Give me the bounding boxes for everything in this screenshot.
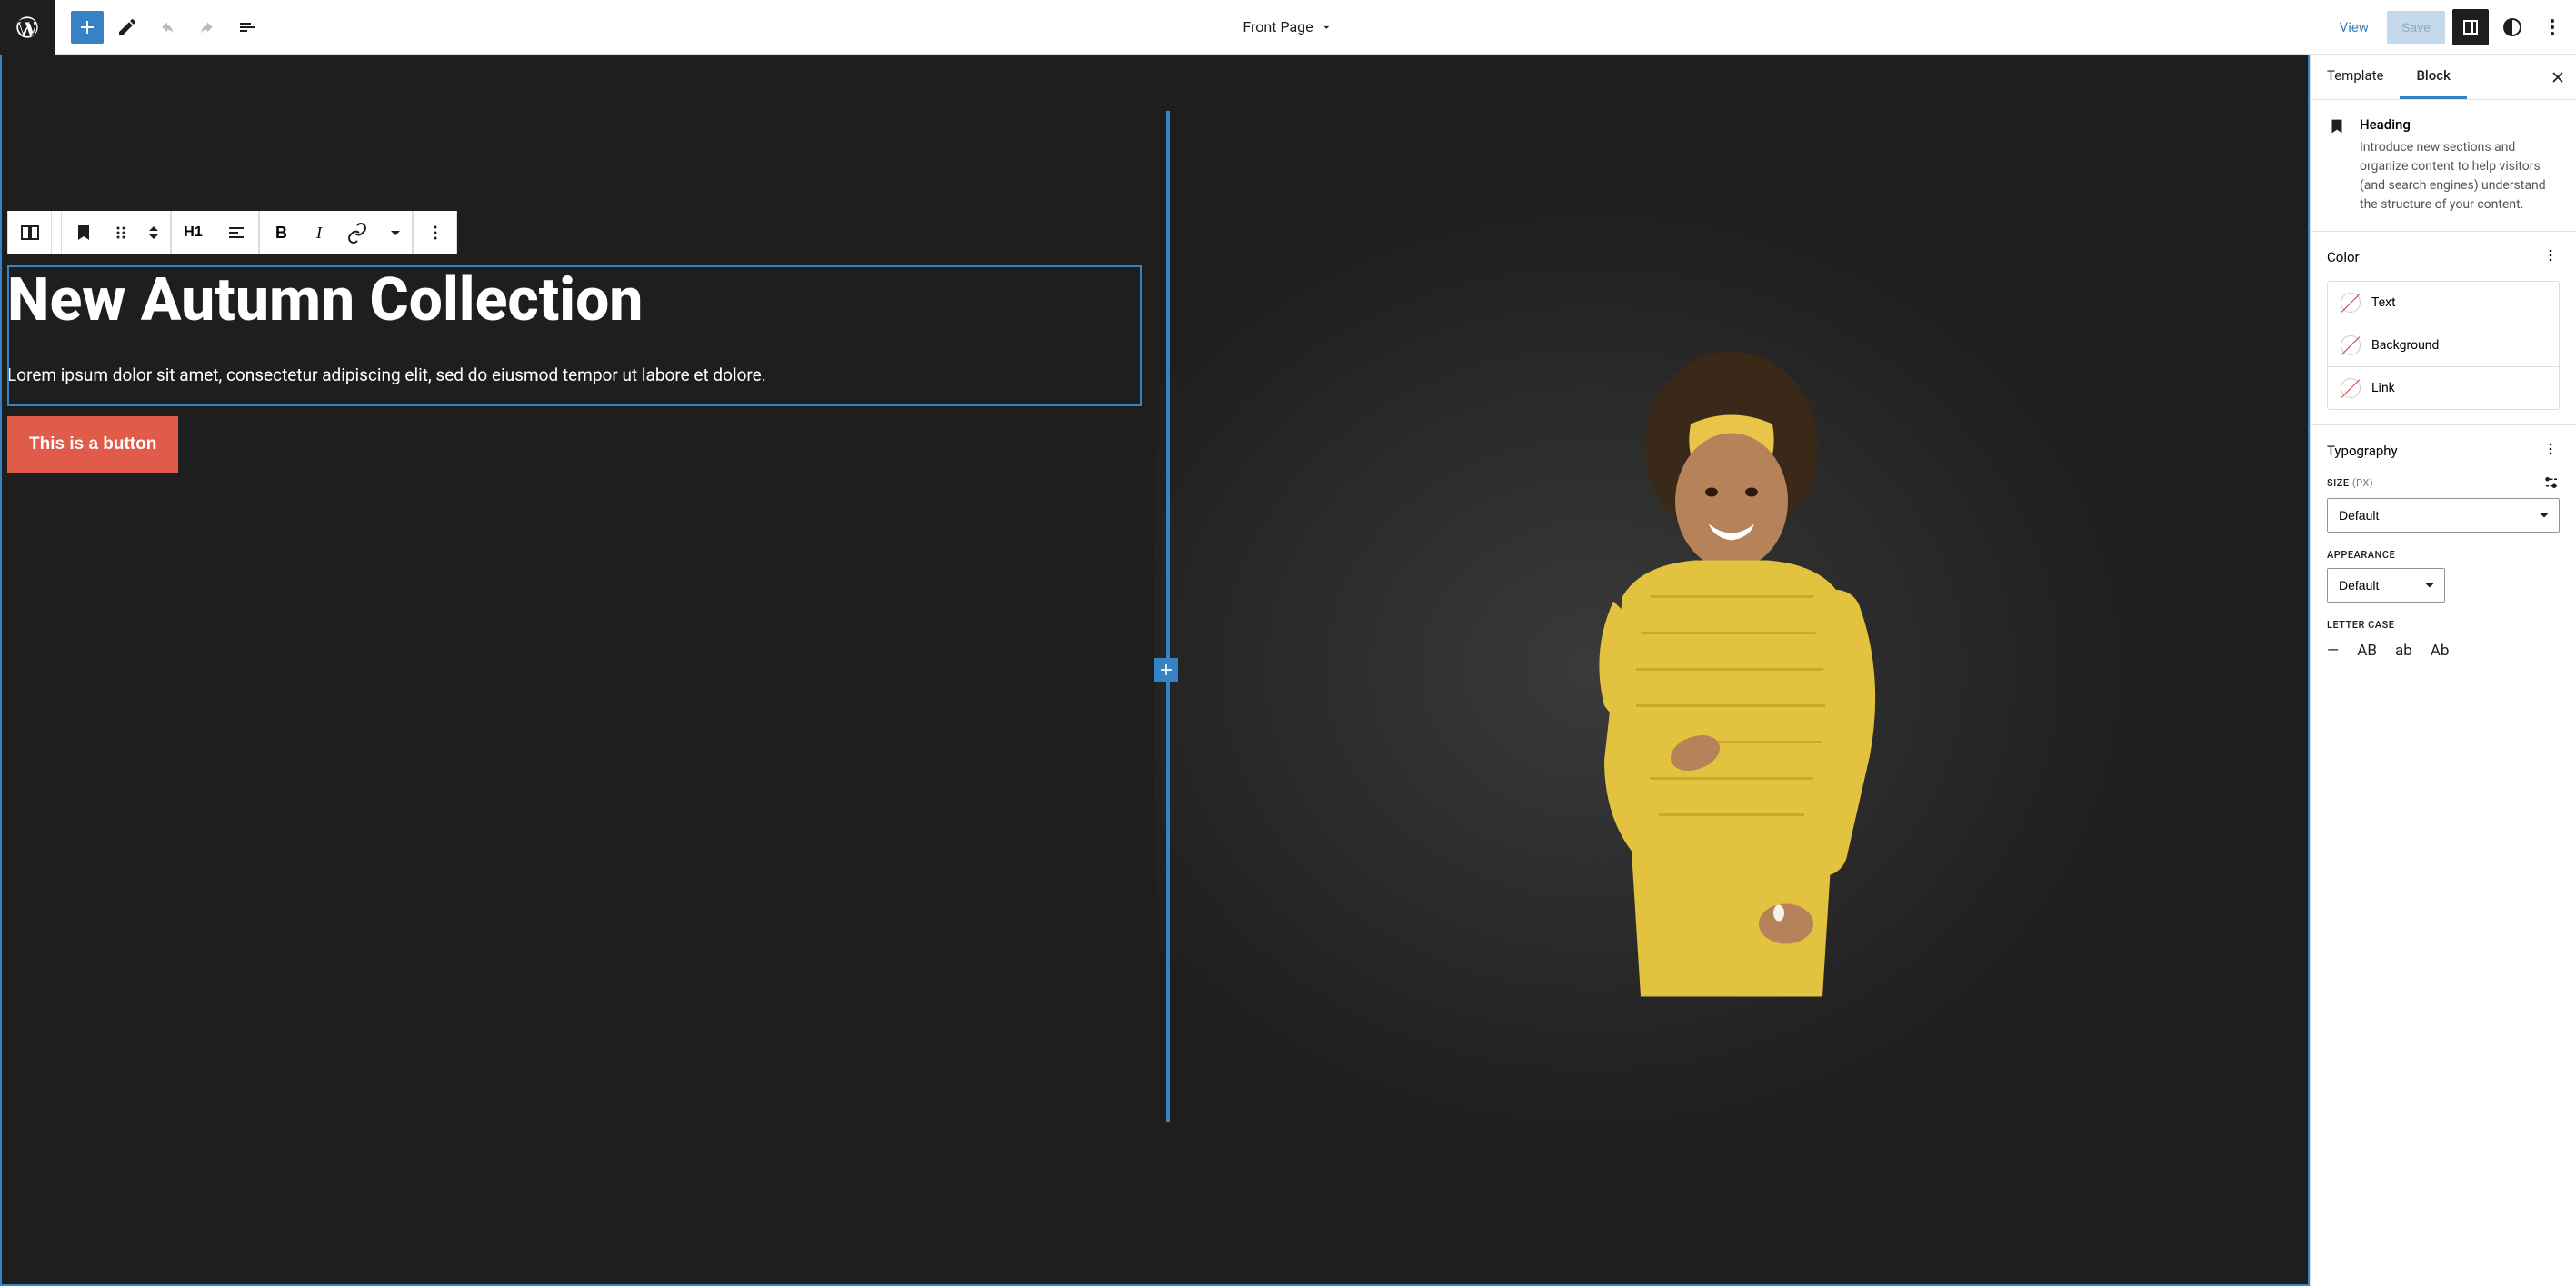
tab-template[interactable]: Template (2311, 55, 2400, 99)
close-sidebar-button[interactable] (2540, 55, 2576, 99)
redo-button[interactable] (191, 11, 224, 44)
more-vertical-icon (2541, 16, 2563, 38)
contrast-icon (2501, 16, 2523, 38)
add-block-button[interactable] (71, 11, 104, 44)
view-link[interactable]: View (2329, 12, 2380, 43)
topbar-left-tools (55, 11, 264, 44)
color-swatch-empty (2341, 293, 2361, 313)
block-info-description: Introduce new sections and organize cont… (2360, 138, 2560, 214)
topbar-right-tools: View Save (2329, 9, 2576, 45)
canvas-right-column (1155, 55, 2309, 1284)
redo-icon (196, 16, 218, 38)
align-left-icon (225, 222, 247, 244)
align-button[interactable] (215, 211, 258, 254)
color-swatch-empty (2341, 335, 2361, 355)
editor-topbar: Front Page View Save (0, 0, 2576, 55)
undo-icon (156, 16, 178, 38)
document-overview-button[interactable] (231, 11, 264, 44)
typography-panel: Typography SIZE (PX) Default (2311, 425, 2576, 674)
button-block[interactable]: This is a button (7, 416, 178, 473)
sidebar-tabs: Template Block (2311, 55, 2576, 100)
size-label: SIZE (PX) (2327, 474, 2560, 491)
more-vertical-icon (2541, 440, 2560, 458)
pencil-icon (116, 16, 138, 38)
wordpress-icon (15, 15, 40, 40)
chevrons-icon (143, 222, 165, 244)
color-panel: Color Text Background (2311, 232, 2576, 425)
chevron-down-icon (384, 222, 406, 244)
undo-button[interactable] (151, 11, 184, 44)
document-title-area[interactable]: Front Page (1243, 18, 1333, 35)
heading-level-button[interactable]: H1 (171, 211, 215, 254)
lettercase-capitalize[interactable]: Ab (2431, 642, 2450, 660)
more-vertical-icon (424, 222, 446, 244)
italic-button[interactable]: I (303, 211, 335, 254)
save-button: Save (2387, 11, 2445, 44)
block-type-button[interactable] (7, 211, 51, 254)
document-title: Front Page (1243, 18, 1313, 35)
lettercase-none[interactable]: — (2327, 642, 2339, 660)
chevron-down-icon (1321, 21, 1333, 34)
appearance-select[interactable]: Default (2327, 568, 2445, 603)
sidebar-icon (2460, 16, 2481, 38)
block-info-title: Heading (2360, 116, 2560, 133)
drag-handle[interactable] (105, 211, 137, 254)
appearance-label: APPEARANCE (2327, 549, 2560, 561)
plus-icon (76, 16, 98, 38)
settings-sliders-icon[interactable] (2543, 474, 2560, 491)
bold-button[interactable]: B (259, 211, 303, 254)
column-resize-handle[interactable] (1166, 111, 1170, 1122)
size-select-wrap: Default (2327, 498, 2560, 533)
block-options-button[interactable] (413, 211, 456, 254)
link-icon (346, 222, 368, 244)
link-button[interactable] (335, 211, 379, 254)
tab-block[interactable]: Block (2400, 55, 2466, 99)
person-image (1513, 55, 1950, 1284)
lettercase-upper[interactable]: AB (2357, 642, 2377, 660)
block-info-panel: Heading Introduce new sections and organ… (2311, 100, 2576, 232)
color-list: Text Background Link (2327, 281, 2560, 410)
paragraph-block[interactable]: Lorem ipsum dolor sit amet, consectetur … (2, 362, 1137, 389)
heading-block-button[interactable] (61, 211, 105, 254)
italic-icon: I (316, 224, 322, 243)
editor-canvas[interactable]: H1 B I (0, 55, 2310, 1286)
settings-sidebar: Template Block Heading Introduce new sec… (2310, 55, 2576, 1286)
typography-panel-title: Typography (2327, 443, 2398, 459)
more-text-options-button[interactable] (379, 211, 412, 254)
list-icon (236, 16, 258, 38)
color-panel-menu[interactable] (2541, 246, 2560, 268)
bold-icon: B (275, 224, 287, 243)
color-panel-title: Color (2327, 249, 2360, 265)
edit-mode-button[interactable] (111, 11, 144, 44)
heading-block-icon (2327, 116, 2347, 214)
styles-button[interactable] (2496, 11, 2529, 44)
drag-icon (110, 222, 132, 244)
columns-icon (19, 222, 41, 244)
move-up-down-button[interactable] (137, 211, 170, 254)
lettercase-options: — AB ab Ab (2327, 638, 2560, 660)
more-vertical-icon (2541, 246, 2560, 264)
color-item-link[interactable]: Link (2328, 367, 2559, 409)
insert-block-button[interactable] (1154, 658, 1178, 682)
typography-panel-menu[interactable] (2541, 440, 2560, 462)
close-icon (2549, 68, 2567, 86)
size-select[interactable]: Default (2327, 498, 2560, 533)
options-button[interactable] (2536, 11, 2569, 44)
bookmark-icon (73, 222, 95, 244)
lettercase-lower[interactable]: ab (2395, 642, 2412, 660)
plus-icon (1157, 661, 1175, 679)
color-swatch-empty (2341, 378, 2361, 398)
lettercase-label: LETTER CASE (2327, 619, 2560, 631)
appearance-select-wrap: Default (2327, 568, 2445, 603)
color-item-text[interactable]: Text (2328, 282, 2559, 324)
settings-sidebar-toggle[interactable] (2452, 9, 2489, 45)
wordpress-logo[interactable] (0, 0, 55, 55)
block-toolbar: H1 B I (7, 211, 457, 254)
color-item-background[interactable]: Background (2328, 324, 2559, 367)
